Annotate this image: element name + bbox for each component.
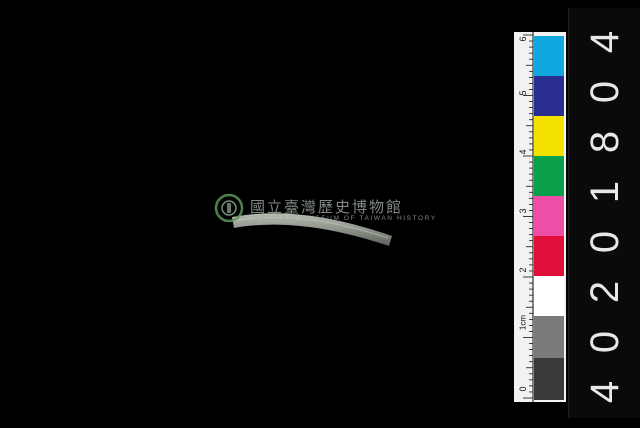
catalog-digit-8: 4 (583, 30, 627, 54)
swatch-yellow (534, 116, 564, 156)
ruler-number-0: 0 (518, 386, 528, 392)
ruler-number-6: 6 (518, 36, 528, 42)
swatch-cyan (534, 36, 564, 76)
ruler-number-3: 3 (518, 208, 528, 214)
catalog-number-strip: 4 0 2 0 1 8 0 4 (568, 8, 640, 418)
ruler-number-5: 5 (518, 90, 528, 96)
swatch-dark-gray (534, 358, 564, 400)
swatch-red (534, 236, 564, 276)
swatch-magenta (534, 196, 564, 236)
ruler-number-4: 4 (518, 149, 528, 155)
ruler-number-2: 2 (518, 267, 528, 273)
color-scale-ruler: 0 1cm 2 3 4 5 6 (514, 32, 566, 402)
swatch-blue (534, 76, 564, 116)
ruler-unit-label: 1cm (518, 314, 528, 331)
swatch-gray (534, 316, 564, 358)
swatch-green (534, 156, 564, 196)
swatch-white (534, 276, 564, 316)
photo: 國立臺灣歷史博物館 NATIONAL MUSEUM OF TAIWAN HIST… (0, 0, 640, 426)
